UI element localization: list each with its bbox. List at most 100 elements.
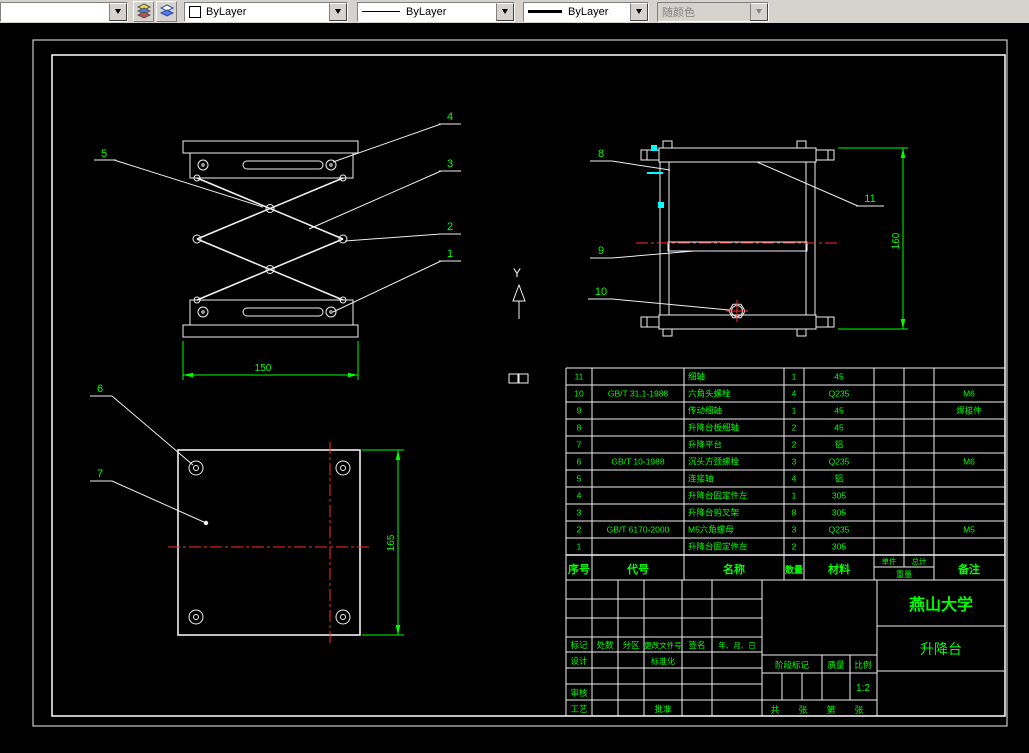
bom-cell: 1 — [577, 542, 582, 552]
top-view — [168, 442, 372, 644]
bom-header: 备注 — [957, 562, 980, 576]
plotstyle-control-value: 随颜色 — [662, 6, 695, 19]
bom-cell: 2 — [792, 542, 797, 552]
bom-cell: 11 — [575, 372, 584, 382]
bom-header: 材料 — [828, 562, 850, 576]
callout-label-4: 4 — [447, 111, 453, 123]
dimension-text: 150 — [255, 363, 272, 374]
ucs-y-label: Y — [513, 266, 521, 280]
bom-cell: 45 — [834, 423, 844, 433]
callout-label-8: 8 — [598, 148, 604, 160]
bom-header: 单件 — [882, 556, 897, 566]
titleblock-label: 工艺 — [570, 704, 587, 714]
bom-cell: 传动细轴 — [688, 406, 722, 416]
bom-cell: 7 — [577, 440, 582, 450]
dimension-text: 160 — [891, 232, 902, 249]
bom-cell: 升降台固定件左 — [688, 491, 748, 501]
callouts-top: 6 7 — [90, 383, 209, 526]
chevron-down-icon[interactable] — [630, 2, 648, 21]
bom-cell: GB/T 10-1988 — [611, 457, 665, 467]
bom-cell: 45 — [834, 372, 844, 382]
plotstyle-control: 随颜色 — [657, 1, 769, 22]
bom-cell: 9 — [577, 406, 582, 416]
dimension-side-height: 160 — [838, 147, 908, 330]
ucs-icon: Y — [508, 266, 529, 384]
bom-cell: 六角头螺栓 — [688, 389, 731, 399]
lineweight-control-value: ByLayer — [568, 5, 609, 18]
chevron-down-icon[interactable] — [496, 2, 514, 21]
bom-cell: 5 — [577, 474, 582, 484]
bom-cell: 3 — [577, 508, 582, 518]
titleblock-label: 设计 — [570, 656, 588, 666]
linetype-sample — [362, 11, 400, 12]
color-control[interactable]: ByLayer — [184, 1, 348, 22]
bom-cell: 2 — [792, 423, 797, 433]
bom-cell: 45 — [834, 406, 844, 416]
layer-properties-button[interactable] — [133, 1, 154, 22]
titleblock-label: 阶段标记 — [775, 660, 810, 670]
bom-cell: 305 — [832, 542, 846, 552]
bom-cell: GB/T 31.1-1988 — [608, 389, 669, 399]
bom-cell: 焊接件 — [956, 406, 982, 416]
bom-cell: 铝 — [835, 440, 844, 450]
layer-dropdown[interactable] — [0, 1, 128, 22]
bom-header: 名称 — [723, 562, 745, 576]
bom-cell: Q235 — [829, 525, 850, 535]
titleblock-label: 审核 — [570, 688, 588, 698]
bom-cell: Q235 — [829, 457, 850, 467]
bom-cell: 铝 — [835, 474, 844, 484]
callout-label-3: 3 — [447, 158, 453, 170]
titleblock-label: 标记 — [570, 640, 588, 650]
bom-cell: M6 — [963, 389, 975, 399]
bom-cell: M5六角螺母 — [688, 525, 734, 535]
bom-cell: 8 — [577, 423, 582, 433]
color-control-value: ByLayer — [206, 5, 247, 18]
bom-header: 代号 — [626, 562, 649, 576]
titleblock-label: 质量 — [827, 660, 845, 670]
titleblock-label: 第 — [826, 704, 835, 715]
callout-label-1: 1 — [447, 248, 453, 260]
bom-cell: 升降台剪叉架 — [688, 508, 740, 518]
titleblock-label: 年、月、日 — [718, 640, 756, 650]
bom-cell: 6 — [577, 457, 582, 467]
bom-header: 序号 — [568, 562, 590, 576]
bom-cell: 305 — [832, 508, 846, 518]
chevron-down-icon[interactable] — [329, 2, 347, 21]
titleblock-label: 处数 — [596, 640, 614, 650]
title-block: 标记 处数 分区 更改文件号 签名 年、月、日 设计 标准化 审核 工艺 批准 … — [565, 579, 1006, 717]
layer-states-button[interactable] — [156, 1, 177, 22]
bom-cell: 4 — [792, 474, 797, 484]
titleblock-label: 分区 — [622, 640, 640, 650]
bom-cell: 1 — [792, 372, 797, 382]
bom-cell: M5 — [963, 525, 975, 535]
dimension-front-width: 150 — [182, 341, 359, 380]
bom-cell: 升降台板细轴 — [688, 423, 739, 433]
drawing-canvas[interactable]: 150 5 4 3 2 1 6 7 165 8 11 9 10 160 Y 序号… — [0, 23, 1029, 748]
callout-label-6: 6 — [97, 383, 103, 395]
bom-cell: GB/T 6170-2000 — [607, 525, 670, 535]
bom-header: 重量 — [896, 569, 912, 579]
chevron-down-icon[interactable] — [109, 2, 127, 21]
grip-highlights — [647, 145, 664, 208]
bom-cell: 升降平台 — [688, 440, 722, 450]
titleblock-label: 共 — [770, 705, 779, 715]
callout-label-11: 11 — [864, 193, 875, 205]
bom-cell: 2 — [792, 440, 797, 450]
titleblock-label: 张 — [854, 705, 863, 715]
properties-toolbar: ByLayer ByLayer ByLayer 随颜色 — [0, 0, 1029, 24]
lineweight-control[interactable]: ByLayer — [523, 1, 649, 22]
organization-name: 燕山大学 — [909, 595, 973, 614]
layers-icon — [136, 3, 151, 19]
titleblock-label: 张 — [798, 705, 807, 715]
linetype-control[interactable]: ByLayer — [357, 1, 515, 22]
callout-label-10: 10 — [595, 286, 607, 298]
bom-cell: 1 — [792, 491, 797, 501]
linetype-control-value: ByLayer — [406, 5, 447, 18]
bom-cell: 升降台固定件左 — [688, 542, 748, 552]
bom-header: 数量 — [785, 564, 803, 575]
bom-cell: 3 — [792, 525, 797, 535]
drawing-title: 升降台 — [920, 641, 962, 657]
bom-cell: 8 — [792, 508, 797, 518]
callout-label-5: 5 — [101, 148, 107, 160]
callout-label-9: 9 — [598, 245, 604, 257]
